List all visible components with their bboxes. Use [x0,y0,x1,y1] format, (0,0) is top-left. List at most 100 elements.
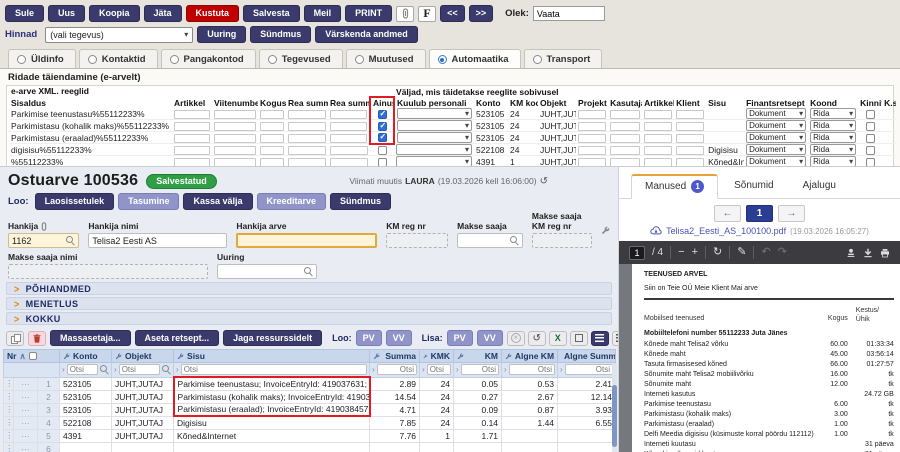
tab-pangakontod[interactable]: Pangakontod [161,49,256,68]
kasutaja-input[interactable] [610,158,640,167]
row-menu-button[interactable]: ··· [14,416,38,429]
tab-uldinfo[interactable]: Üldinfo [8,49,76,68]
rotate-icon[interactable]: ↻ [713,247,722,258]
row-menu-button[interactable]: ··· [14,377,38,390]
makse-saaja-input[interactable] [457,233,523,248]
algne-km-cell[interactable]: 1.44 [502,416,558,429]
copy-rows-button[interactable] [6,331,24,346]
summa-cell[interactable] [370,442,420,452]
km-cell[interactable]: 1.71 [454,429,502,442]
artikkel-input[interactable] [174,134,210,143]
objekt-cell[interactable]: JUHT,JUTAJ [112,403,174,416]
varskenda-andmed-button[interactable]: Värskenda andmed [315,26,418,43]
kinnita-checkbox[interactable] [866,110,875,119]
artikkel2-input[interactable] [644,158,672,167]
rea-summa-input[interactable] [288,110,326,119]
kogus-input[interactable] [260,122,284,131]
kasutaja-input[interactable] [610,134,640,143]
algne-summa-cell[interactable]: 6.55 [558,416,616,429]
koopia-button[interactable]: Koopia [89,5,140,22]
koond-select[interactable]: Rida▾ [810,144,856,155]
lisa-vv-button[interactable]: VV [477,330,503,347]
undo-icon[interactable]: ↶ [761,247,770,258]
ainus-checkbox[interactable] [378,146,387,155]
uuring-input[interactable] [217,264,317,279]
finantsretsept-select[interactable]: Dokument▾ [746,144,806,155]
kogus-input[interactable] [260,158,284,167]
viitenumber-input[interactable] [214,122,256,131]
drag-handle[interactable]: ⋮ [4,429,14,442]
kustuta-button[interactable]: Kustuta [186,5,240,22]
ainus-checkbox[interactable] [378,133,387,142]
algne-km-filter-input[interactable] [509,364,555,375]
pdf-page-input[interactable]: 1 [629,246,645,260]
kmk-cell[interactable]: 24 [420,403,454,416]
laosissetulek-button[interactable]: Laosissetulek [35,193,115,210]
algne-summa-cell[interactable]: 12.14 [558,390,616,403]
kmk-filter-input[interactable] [427,364,451,375]
rea-summa-kun-input[interactable] [330,158,368,167]
artikkel-input[interactable] [174,110,210,119]
undo-grid-button[interactable]: ↺ [528,331,546,346]
pen-annotate-icon[interactable]: ✎ [737,247,746,258]
tab-muutused[interactable]: Muutused [346,49,426,68]
sisu-filter-input[interactable] [181,364,367,375]
artikkel-input[interactable] [174,158,210,167]
algne-km-cell[interactable] [502,442,558,452]
artikkel2-input[interactable] [644,110,672,119]
finantsretsept-select[interactable]: Dokument▾ [746,156,806,166]
projekt-input[interactable] [578,134,606,143]
kuulub-personali-select[interactable]: ▾ [397,132,472,143]
summa-cell[interactable]: 4.71 [370,403,420,416]
zoom-out-button[interactable]: − [678,247,684,258]
drag-handle[interactable]: ⋮ [4,377,14,390]
sisu-cell-highlighted[interactable]: Parkimistasu (eraalad); InvoiceEntryId: … [174,403,370,416]
sisu-cell[interactable] [174,442,370,452]
row-menu-button[interactable]: ··· [14,390,38,403]
row-menu-button[interactable]: ··· [14,429,38,442]
pager-next-button[interactable]: → [778,205,805,222]
artikkel2-input[interactable] [644,146,672,155]
klient-input[interactable] [676,110,704,119]
sisu-cell-highlighted[interactable]: Parkimise teenustasu; InvoiceEntryId: 41… [174,377,370,390]
finantsretsept-select[interactable]: Dokument▾ [746,108,806,119]
rea-summa-input[interactable] [288,146,326,155]
rea-summa-input[interactable] [288,134,326,143]
koond-select[interactable]: Rida▾ [810,156,856,166]
clear-filters-button[interactable]: × [507,331,525,346]
artikkel-input[interactable] [174,122,210,131]
kmk-cell[interactable] [420,442,454,452]
normal-view-button[interactable] [612,331,618,346]
history-undo-icon[interactable]: ↺ [540,176,548,187]
olek-input[interactable] [533,6,605,21]
settings-wrench-icon[interactable] [601,226,610,238]
section-kokku[interactable]: >KOKKU [6,312,612,325]
section-menetlus[interactable]: >MENETLUS [6,297,612,310]
objekt-cell[interactable]: JUHT,JUTAJ [112,429,174,442]
rea-summa-kun-input[interactable] [330,122,367,131]
ainus-checkbox[interactable] [378,122,387,131]
hankija-input[interactable]: 1162 [8,233,79,248]
konto-cell[interactable]: 4391 [60,429,112,442]
konto-cell[interactable]: 522108 [60,416,112,429]
konto-cell[interactable]: 523105 [60,390,112,403]
summa-filter-input[interactable] [377,364,417,375]
kuulub-personali-select[interactable]: ▾ [397,120,472,131]
massasetaja-button[interactable]: Massasetaja... [50,330,131,347]
rea-summa-kun-input[interactable] [330,134,367,143]
select-all-checkbox[interactable] [29,352,37,360]
kogus-input[interactable] [260,146,284,155]
jata-button[interactable]: Jäta [144,5,182,22]
km-cell[interactable]: 0.09 [454,403,502,416]
rea-summa-kun-input[interactable] [330,146,368,155]
delete-rows-button[interactable] [28,331,46,346]
finantsretsept-select[interactable]: Dokument▾ [746,120,806,131]
tab-tegevused[interactable]: Tegevused [259,49,343,68]
rea-summa-kun-input[interactable] [330,110,367,119]
loo-vv-button[interactable]: VV [386,330,412,347]
lisa-pv-button[interactable]: PV [447,330,473,347]
aseta-retsept-button[interactable]: Aseta retsept... [135,330,220,347]
summa-cell[interactable]: 2.89 [370,377,420,390]
kuulub-personali-select[interactable]: ▾ [396,156,472,166]
kasutaja-input[interactable] [610,122,640,131]
